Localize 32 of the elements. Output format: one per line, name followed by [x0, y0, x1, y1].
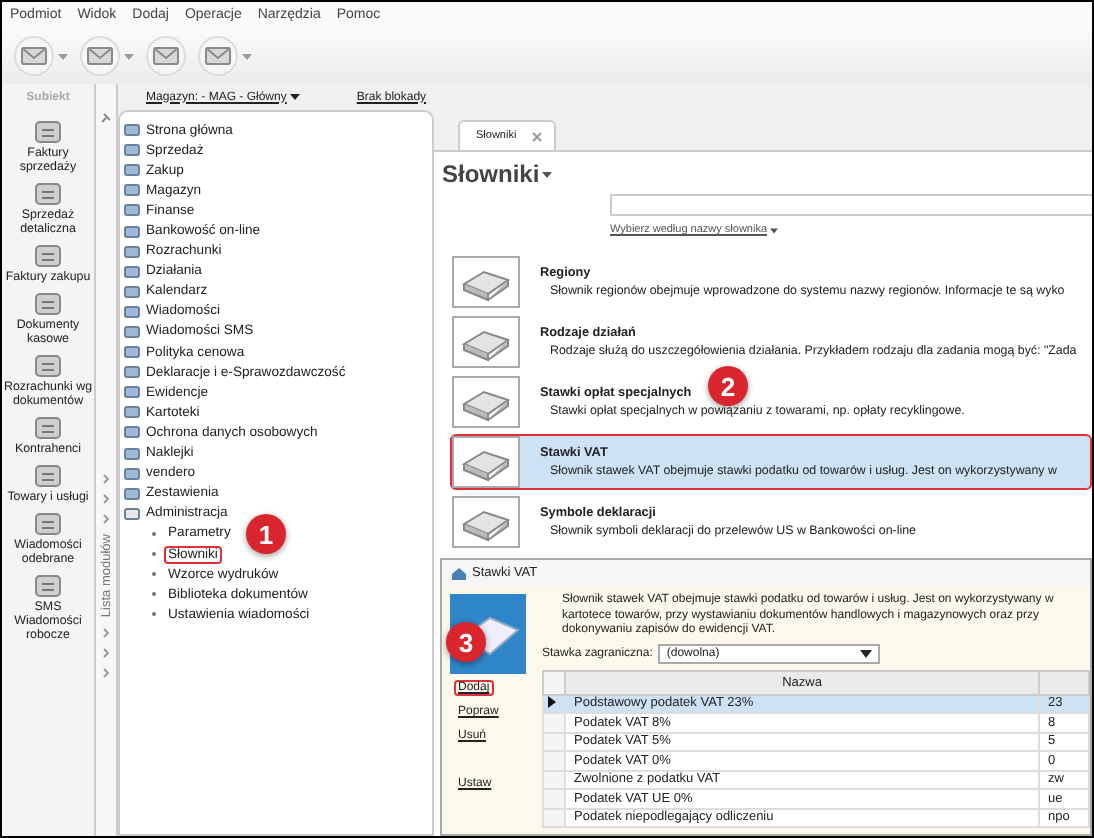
caret-icon[interactable] [860, 649, 873, 657]
toolbar-button[interactable] [198, 36, 238, 76]
page-heading[interactable]: Słowniki [442, 160, 540, 188]
module-icon [32, 118, 64, 146]
book-icon [452, 436, 520, 488]
module-icon [32, 242, 64, 270]
envelope-icon [86, 44, 114, 68]
step-callout-tooltip: 2 [708, 366, 748, 406]
toolbar-button[interactable] [80, 36, 120, 76]
search-field[interactable] [610, 194, 1092, 216]
envelope-icon [204, 44, 232, 68]
toolbar-button[interactable] [146, 36, 186, 76]
toolbar-button[interactable] [14, 36, 54, 76]
pin-icon[interactable] [100, 112, 112, 124]
module-icon [32, 414, 64, 442]
module-icon [32, 352, 64, 380]
close-icon[interactable] [532, 131, 543, 141]
caret-icon[interactable] [541, 171, 552, 177]
module-icon [32, 180, 64, 208]
module-icon [32, 510, 64, 538]
book-icon [452, 316, 520, 368]
book-icon [452, 496, 520, 548]
book-icon [452, 376, 520, 428]
module-icon [32, 572, 64, 600]
caret-icon[interactable] [769, 227, 778, 233]
module-icon [32, 290, 64, 318]
envelope-icon [152, 44, 180, 68]
module-icon [32, 462, 64, 490]
row-pointer-icon [548, 695, 556, 708]
envelope-icon [20, 44, 48, 68]
book-icon [452, 256, 520, 308]
caret-icon[interactable] [290, 94, 301, 100]
